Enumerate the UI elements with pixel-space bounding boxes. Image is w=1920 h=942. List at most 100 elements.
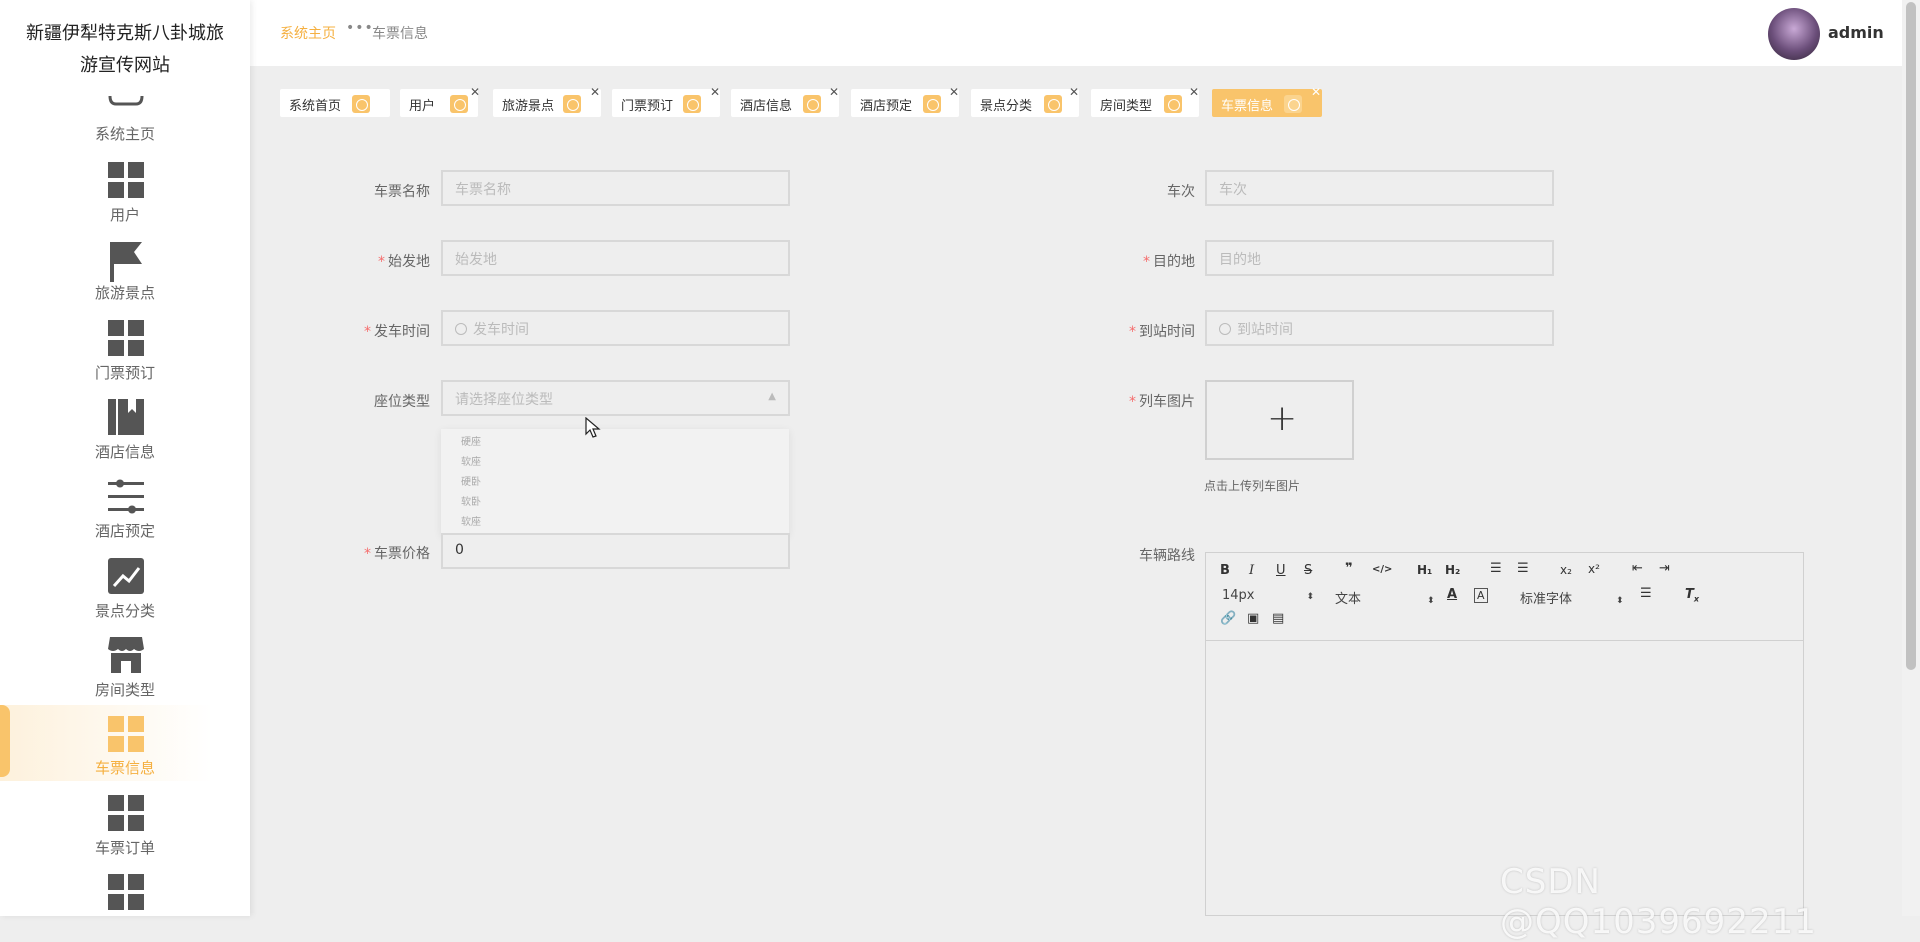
video-icon[interactable]: ▤	[1272, 611, 1284, 626]
font-family-select[interactable]: 标准字体 ⬍	[1520, 588, 1624, 607]
superscript-icon[interactable]: x²	[1588, 562, 1600, 576]
tab-icon	[803, 95, 821, 113]
sidebar-item-home[interactable]: 系统主页	[0, 90, 250, 168]
background-color-icon[interactable]: A	[1474, 588, 1488, 603]
depart-time-picker[interactable]: 发车时间	[441, 310, 790, 346]
sidebar-item-attraction-category[interactable]: 景点分类	[0, 556, 250, 634]
username[interactable]: admin	[1828, 23, 1884, 42]
align-icon[interactable]: ☰	[1640, 586, 1652, 601]
image-upload[interactable]: +	[1205, 380, 1354, 460]
tab-hotel-booking[interactable]: 酒店预定 ✕	[851, 85, 959, 117]
close-icon[interactable]: ✕	[1189, 85, 1199, 99]
tab-users[interactable]: 用户 ✕	[400, 85, 480, 117]
shop-icon	[108, 637, 144, 673]
origin-input[interactable]: 始发地	[441, 240, 790, 276]
sidebar-item-attractions[interactable]: 旅游景点	[0, 238, 250, 316]
bold-icon[interactable]: B	[1220, 563, 1230, 578]
origin-label: * 始发地	[378, 254, 430, 270]
header-select[interactable]: 文本 ⬍	[1335, 588, 1435, 607]
close-icon[interactable]: ✕	[829, 85, 839, 99]
tab-hotel-info[interactable]: 酒店信息 ✕	[731, 85, 839, 117]
font-size-select[interactable]: 14px ⬍	[1222, 588, 1314, 603]
tab-icon	[352, 95, 370, 113]
ticket-name-label: 车票名称	[374, 184, 430, 200]
depart-time-label: * 发车时间	[364, 324, 430, 340]
sidebar: 新疆伊犁特克斯八卦城旅 游宣传网站 系统主页 用户 旅游景点 门票预订 酒店信息…	[0, 0, 250, 916]
tab-icon	[450, 95, 468, 113]
tab-ticket-info[interactable]: 车票信息 ✕	[1212, 85, 1322, 117]
scrollbar-thumb[interactable]	[1906, 2, 1916, 670]
clear-format-icon[interactable]: Tx	[1685, 587, 1699, 604]
tab-icon	[1164, 95, 1182, 113]
seat-option[interactable]: 软卧	[441, 493, 789, 513]
sidebar-item-ticket-booking[interactable]: 门票预订	[0, 318, 250, 396]
route-label: 车辆路线	[1139, 548, 1195, 564]
sidebar-item-ticket-info[interactable]: 车票信息	[0, 705, 250, 781]
seat-option[interactable]: 软座	[441, 513, 789, 533]
price-label: * 车票价格	[364, 546, 430, 562]
link-icon[interactable]: 🔗	[1220, 611, 1236, 626]
code-icon[interactable]: </>	[1372, 564, 1392, 575]
indent-icon[interactable]: ⇥	[1659, 561, 1670, 576]
outdent-icon[interactable]: ⇤	[1632, 561, 1643, 576]
image-icon[interactable]: ▣	[1247, 611, 1259, 626]
arrive-time-picker[interactable]: 到站时间	[1205, 310, 1554, 346]
ticket-name-input[interactable]: 车票名称	[441, 170, 790, 206]
close-icon[interactable]: ✕	[590, 85, 600, 99]
mouse-cursor-icon	[585, 417, 601, 438]
close-icon[interactable]: ✕	[710, 85, 720, 99]
sidebar-item-hotel-booking[interactable]: 酒店预定	[0, 476, 250, 554]
sidebar-item-hotel-info[interactable]: 酒店信息	[0, 397, 250, 475]
breadcrumb-separator: •••	[346, 20, 374, 36]
bullet-list-icon[interactable]: ☰	[1517, 561, 1529, 576]
destination-input[interactable]: 目的地	[1205, 240, 1554, 276]
subscript-icon[interactable]: x₂	[1560, 563, 1572, 577]
font-color-icon[interactable]: A	[1447, 587, 1457, 602]
h1-icon[interactable]: H₁	[1417, 563, 1432, 577]
strike-icon[interactable]: S	[1304, 563, 1312, 578]
seat-type-select[interactable]: 请选择座位类型 ▲	[441, 380, 790, 416]
tab-icon	[683, 95, 701, 113]
grid-icon	[108, 162, 144, 198]
chart-icon	[108, 558, 144, 594]
tab-attractions[interactable]: 旅游景点 ✕	[493, 85, 601, 117]
updown-icon: ⬍	[1306, 592, 1315, 602]
sidebar-item-ticket-orders[interactable]: 车票订单	[0, 793, 250, 871]
underline-icon[interactable]: U	[1276, 563, 1286, 578]
close-icon[interactable]: ✕	[949, 85, 959, 99]
seat-option[interactable]: 硬座	[441, 433, 789, 453]
flag-icon	[110, 242, 142, 282]
h2-icon[interactable]: H₂	[1445, 563, 1460, 577]
tab-ticket-booking[interactable]: 门票预订 ✕	[612, 85, 720, 117]
tab-room-type[interactable]: 房间类型 ✕	[1091, 85, 1199, 117]
site-title: 新疆伊犁特克斯八卦城旅 游宣传网站	[26, 23, 224, 76]
scrollbar[interactable]	[1902, 0, 1920, 916]
seat-type-label: 座位类型	[374, 394, 430, 410]
breadcrumb-home[interactable]: 系统主页	[280, 23, 336, 43]
sliders-icon	[108, 479, 144, 514]
plus-icon: +	[1267, 398, 1298, 439]
sidebar-item-users[interactable]: 用户	[0, 160, 250, 238]
close-icon[interactable]: ✕	[1069, 85, 1079, 99]
avatar[interactable]	[1768, 8, 1820, 60]
close-icon[interactable]: ✕	[470, 85, 480, 99]
train-no-input[interactable]: 车次	[1205, 170, 1554, 206]
top-bar: 系统主页 ••• 车票信息 admin	[250, 0, 1902, 66]
clock-icon	[1219, 323, 1231, 335]
ordered-list-icon[interactable]: ☰	[1490, 561, 1502, 576]
clock-icon	[455, 323, 467, 335]
tab-home[interactable]: 系统首页	[280, 89, 390, 117]
seat-option[interactable]: 硬卧	[441, 473, 789, 493]
quote-icon[interactable]: ❞	[1345, 561, 1353, 576]
italic-icon[interactable]: I	[1249, 563, 1254, 578]
sidebar-item-room-type[interactable]: 房间类型	[0, 635, 250, 713]
close-icon[interactable]: ✕	[1311, 85, 1321, 99]
destination-label: * 目的地	[1143, 254, 1195, 270]
grid-icon	[108, 716, 144, 752]
sidebar-item-more[interactable]	[0, 872, 250, 916]
tab-attraction-category[interactable]: 景点分类 ✕	[971, 85, 1079, 117]
price-input[interactable]: 0	[441, 533, 790, 569]
seat-option[interactable]: 软座	[441, 453, 789, 473]
arrive-time-label: * 到站时间	[1129, 324, 1195, 340]
book-icon	[108, 399, 144, 435]
